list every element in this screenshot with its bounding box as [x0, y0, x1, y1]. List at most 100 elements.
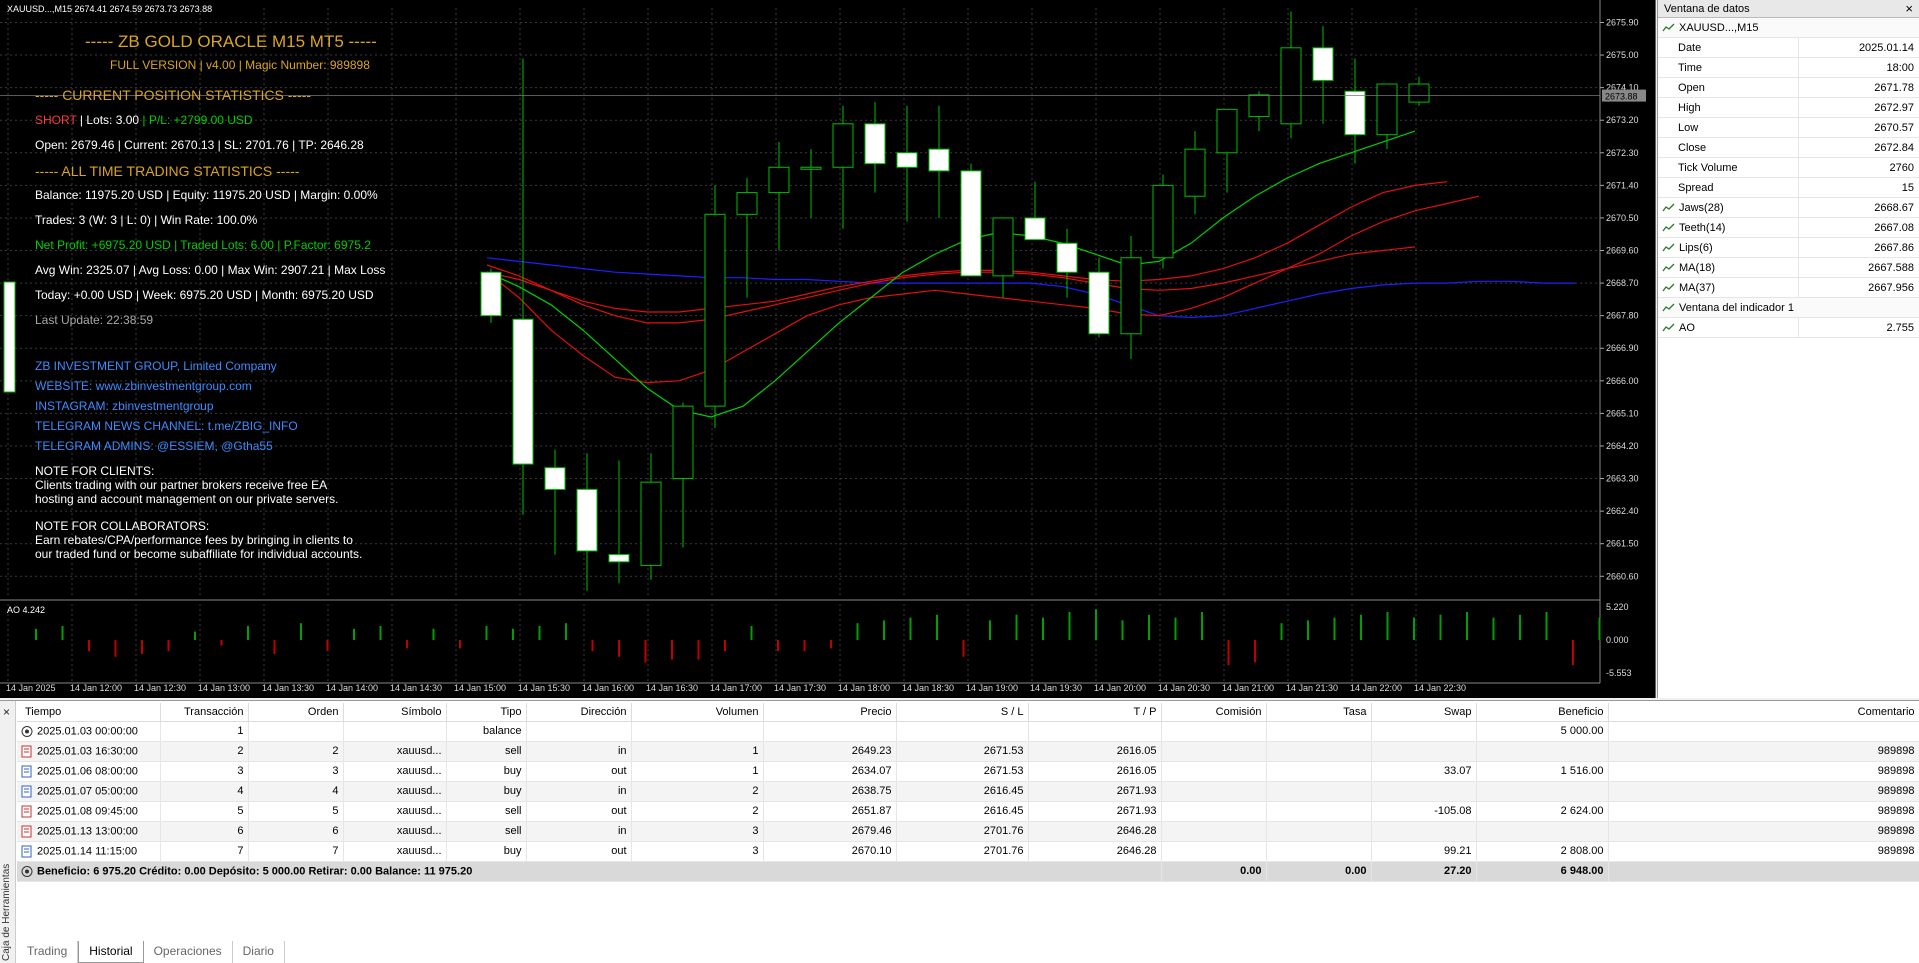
data-window-close-icon[interactable]: × [1905, 1, 1913, 16]
table-cell: 989898 [1608, 841, 1919, 862]
column-header[interactable]: Beneficio [1476, 703, 1609, 722]
column-header[interactable]: Orden [248, 703, 344, 722]
telegram-news-link[interactable]: TELEGRAM NEWS CHANNEL: t.me/ZBIG_INFO [35, 419, 298, 433]
table-cell: 2670.10 [763, 841, 897, 862]
table-cell: 4 [248, 781, 344, 802]
data-window-value: 2670.57 [1798, 118, 1919, 137]
price-tick-label: 2673.20 [1606, 115, 1639, 125]
table-cell: 1 [631, 741, 764, 762]
indicator-name: Lips(6) [1679, 241, 1713, 254]
table-cell [526, 721, 632, 742]
column-header[interactable]: Símbolo [343, 703, 447, 722]
instagram-link[interactable]: INSTAGRAM: zbinvestmentgroup [35, 399, 214, 413]
table-cell: 2 808.00 [1476, 841, 1609, 862]
tab-trading[interactable]: Trading [17, 941, 79, 963]
sell-deal-icon [21, 805, 32, 817]
column-header[interactable]: Tiempo [17, 703, 161, 722]
table-cell [1266, 781, 1372, 802]
data-window-value: 18:00 [1798, 58, 1919, 77]
time-tick-label: 14 Jan 13:30 [262, 683, 314, 693]
table-cell: 1 [160, 721, 249, 742]
telegram-admins-link[interactable]: TELEGRAM ADMINS: @ESSIEM, @Gtha55 [35, 439, 273, 453]
table-cell: 2616.05 [1028, 741, 1162, 762]
table-cell: sell [446, 741, 527, 762]
cell-text: 2025.01.07 05:00:00 [37, 784, 138, 797]
cell-text: 2025.01.14 11:15:00 [37, 844, 138, 857]
time-tick-label: 14 Jan 2025 [6, 683, 56, 693]
table-row[interactable]: 2025.01.07 05:00:00 4 4 xauusd... buy in 2 2638… [17, 781, 1919, 802]
time-tick-label: 14 Jan 13:00 [198, 683, 250, 693]
candle-bear [928, 148, 950, 172]
chart-symbol-header: XAUUSD...,M15 2674.41 2674.59 2673.73 26… [7, 4, 213, 14]
time-tick-label: 14 Jan 16:30 [646, 683, 698, 693]
table-cell: 2 624.00 [1476, 801, 1609, 822]
column-header[interactable]: Volumen [631, 703, 764, 722]
tab-historial[interactable]: Historial [78, 941, 144, 963]
candle-bull [1280, 47, 1302, 125]
table-cell: 1 [631, 761, 764, 782]
data-window-indicator-key: Jaws(28) [1658, 202, 1798, 214]
data-window-value: 2025.01.14 [1798, 38, 1919, 57]
candle-bull [736, 192, 758, 215]
table-cell [1028, 721, 1162, 742]
time-tick-label: 14 Jan 14:30 [390, 683, 442, 693]
table-row[interactable]: 2025.01.08 09:45:00 5 5 xauusd... sell out 2 26… [17, 801, 1919, 822]
table-cell: 1 516.00 [1476, 761, 1609, 782]
table-row[interactable]: 2025.01.03 00:00:00 1 balance 5 000.00 [17, 721, 1919, 742]
buy-deal-icon [21, 845, 32, 857]
table-cell: buy [446, 761, 527, 782]
price-chart[interactable]: 2675.90 2675.00 2674.10 2673.20 2672.30 2671.… [0, 0, 1656, 698]
table-row[interactable]: 2025.01.06 08:00:00 3 3 xauusd... buy out 1 263… [17, 761, 1919, 782]
table-cell [1371, 821, 1477, 842]
time-tick-label: 14 Jan 22:00 [1350, 683, 1402, 693]
table-cell: 989898 [1608, 741, 1919, 762]
table-cell: 2671.93 [1028, 781, 1162, 802]
column-header[interactable]: Precio [763, 703, 897, 722]
table-cell: buy [446, 841, 527, 862]
table-cell: out [526, 761, 632, 782]
website-link[interactable]: WEBSITE: www.zbinvestmentgroup.com [35, 379, 252, 393]
column-header[interactable]: Comisión [1161, 703, 1267, 722]
column-header[interactable]: Tasa [1266, 703, 1372, 722]
tab-diario[interactable]: Diario [233, 941, 285, 963]
history-table-wrap[interactable]: Tiempo Transacción Orden Símbolo Tipo Direcci… [17, 703, 1919, 882]
last-update: Last Update: 22:38:59 [35, 313, 154, 327]
table-row[interactable]: 2025.01.14 11:15:00 7 7 xauusd... buy out 3 267… [17, 841, 1919, 862]
candle-bull [1120, 257, 1142, 335]
column-header[interactable]: S / L [896, 703, 1029, 722]
indicator-name: MA(37) [1679, 281, 1716, 294]
column-header[interactable]: Tipo [446, 703, 527, 722]
table-row[interactable]: 2025.01.13 13:00:00 6 6 xauusd... sell in 3 267… [17, 821, 1919, 842]
avg-win-line: Avg Win: 2325.07 | Avg Loss: 0.00 | Max … [35, 263, 386, 277]
table-cell: xauusd... [343, 741, 447, 762]
data-window-symbol-label: XAUUSD...,M15 [1679, 21, 1759, 34]
candle-bull [832, 123, 854, 168]
data-window-row: High 2672.97 [1658, 98, 1919, 118]
price-tick-label: 2666.90 [1606, 343, 1639, 353]
table-cell: 989898 [1608, 821, 1919, 842]
column-header[interactable]: Dirección [526, 703, 632, 722]
column-header[interactable]: Swap [1371, 703, 1477, 722]
table-cell [1161, 721, 1267, 742]
column-header[interactable]: T / P [1028, 703, 1162, 722]
column-header[interactable]: Transacción [160, 703, 249, 722]
data-window-key: Close [1678, 141, 1707, 154]
summary-row: Beneficio: 6 975.20 Crédito: 0.00 Depósi… [17, 861, 1919, 882]
indicator-line-icon [1662, 203, 1675, 212]
price-tick-label: 2672.30 [1606, 148, 1639, 158]
table-row[interactable]: 2025.01.03 16:30:00 2 2 xauusd... sell in 1 264… [17, 741, 1919, 762]
current-position-header: ----- CURRENT POSITION STATISTICS ----- [35, 87, 312, 103]
candle-bull [800, 166, 822, 170]
candle-bear [1024, 217, 1046, 241]
time-tick-label: 14 Jan 20:30 [1158, 683, 1210, 693]
price-tick-label: 2668.70 [1606, 278, 1639, 288]
table-cell: 3 [160, 761, 249, 782]
summary-value: 0.00 [1161, 861, 1267, 882]
toolbox-close-icon[interactable]: × [3, 705, 10, 719]
tab-operaciones[interactable]: Operaciones [144, 941, 233, 963]
column-header[interactable]: Comentario [1608, 703, 1919, 722]
summary-text: Beneficio: 6 975.20 Crédito: 0.00 Depósi… [37, 864, 473, 877]
table-cell: 7 [160, 841, 249, 862]
time-tick-label: 14 Jan 18:30 [902, 683, 954, 693]
table-cell: 5 [248, 801, 344, 822]
